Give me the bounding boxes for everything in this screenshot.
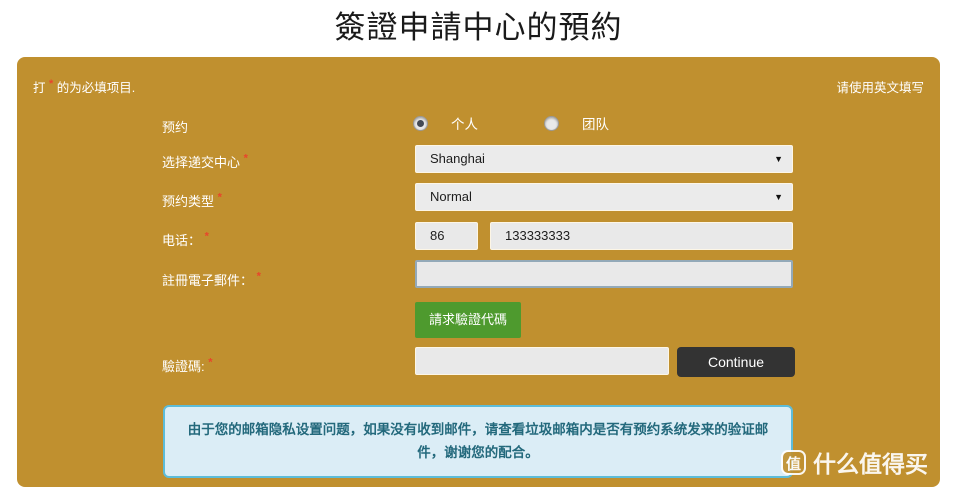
label-center-required: * xyxy=(243,152,248,165)
radio-icon-group[interactable] xyxy=(544,115,559,131)
appointment-form-card: 打 * 的为必填项目. 请使用英文填写 预约 个人 团队 选择递交中心 * Sh… xyxy=(17,57,940,487)
label-captcha-text: 驗證碼: xyxy=(162,359,205,374)
label-captcha-required: * xyxy=(208,356,213,369)
chevron-down-icon[interactable]: ▼ xyxy=(774,184,783,211)
label-appointment-text: 预约 xyxy=(162,120,189,135)
radio-label-individual: 个人 xyxy=(451,117,478,132)
radio-option-group[interactable]: 团队 xyxy=(544,113,609,133)
required-fields-note: 打 * 的为必填项目. xyxy=(33,77,135,96)
required-asterisk: * xyxy=(49,77,54,90)
appointment-radio-group[interactable]: 个人 团队 xyxy=(413,113,609,133)
label-phone-required: * xyxy=(204,230,209,243)
select-appointment-type[interactable]: Normal ▼ xyxy=(415,183,793,211)
label-center-text: 选择递交中心 xyxy=(162,155,241,170)
radio-label-group: 团队 xyxy=(582,117,609,132)
label-appointment-type-text: 预约类型 xyxy=(162,194,215,209)
phone-country-code-input[interactable]: 86 xyxy=(415,222,478,250)
email-spam-notice: 由于您的邮箱隐私设置问题，如果没有收到邮件，请查看垃圾邮箱内是否有预约系统发来的… xyxy=(163,405,793,478)
label-phone-text: 电话： xyxy=(162,233,202,248)
required-note-prefix: 打 xyxy=(33,81,46,95)
email-input[interactable] xyxy=(415,260,793,288)
label-appointment: 预约 xyxy=(162,117,412,136)
select-center-value: Shanghai xyxy=(430,151,485,166)
label-email: 註冊電子郵件： * xyxy=(162,270,412,289)
label-email-required: * xyxy=(256,270,261,283)
radio-option-individual[interactable]: 个人 xyxy=(413,113,478,133)
phone-number-value: 133333333 xyxy=(505,228,571,243)
label-email-text: 註冊電子郵件： xyxy=(162,273,254,288)
phone-country-code-value: 86 xyxy=(430,228,445,243)
label-appointment-type-required: * xyxy=(217,191,222,204)
watermark-badge-icon: 值 xyxy=(781,449,806,475)
watermark: 值 什么值得买 xyxy=(781,445,928,479)
label-appointment-type: 预约类型 * xyxy=(162,191,412,210)
required-note-suffix: 的为必填项目. xyxy=(56,81,136,95)
continue-button[interactable]: Continue xyxy=(677,347,795,377)
request-verification-code-button[interactable]: 請求驗證代碼 xyxy=(415,302,522,338)
label-center: 选择递交中心 * xyxy=(162,152,412,171)
chevron-down-icon[interactable]: ▼ xyxy=(774,146,783,173)
captcha-input[interactable] xyxy=(415,347,669,375)
page-title: 簽證申請中心的預約 xyxy=(334,10,623,45)
label-phone: 电话： * xyxy=(162,230,412,249)
radio-icon-individual[interactable] xyxy=(413,115,428,131)
label-captcha: 驗證碼: * xyxy=(162,356,412,375)
use-english-note: 请使用英文填写 xyxy=(836,81,924,95)
watermark-text: 什么值得买 xyxy=(813,451,928,477)
select-appointment-type-value: Normal xyxy=(430,189,472,204)
select-center[interactable]: Shanghai ▼ xyxy=(415,145,793,173)
phone-number-input[interactable]: 133333333 xyxy=(490,222,793,250)
